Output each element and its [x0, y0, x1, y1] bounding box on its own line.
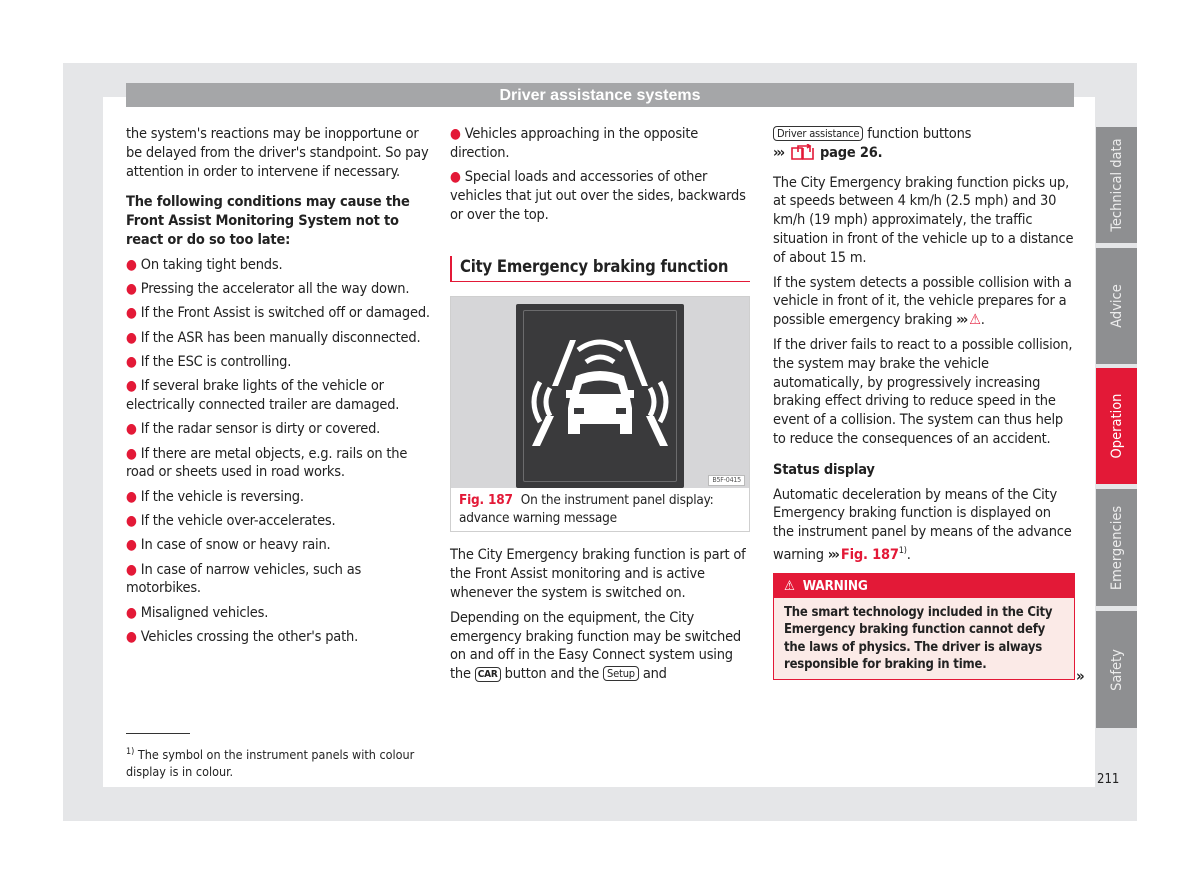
paragraph: Automatic deceleration by means of the C…	[773, 486, 1072, 563]
bullet-icon: ●	[450, 169, 461, 186]
bullet-icon: ●	[126, 305, 137, 322]
chapter-header: Driver assistance systems	[126, 83, 1074, 107]
tab-safety[interactable]: Safety	[1096, 611, 1137, 728]
car-key-icon: CAR	[474, 667, 501, 683]
driver-assistance-key-icon: Driver assistance	[773, 126, 864, 141]
bullet-icon: ●	[126, 421, 137, 438]
list-item: ● If several brake lights of the vehicle …	[126, 378, 400, 414]
figure-image: B5F-0415	[451, 297, 749, 489]
list-item: ● In case of snow or heavy rain.	[126, 537, 331, 554]
front-assist-warning-icon	[531, 339, 669, 447]
reference-arrows: ›››	[956, 312, 968, 329]
list-item: ● If the vehicle is reversing.	[126, 488, 304, 505]
list-item: ● If the vehicle over-accelerates.	[126, 513, 336, 530]
list-item: ● Special loads and accessories of other …	[450, 169, 746, 223]
intro-paragraph: the system's reactions may be inopportun…	[126, 126, 429, 180]
warning-text: The smart technology included in the Cit…	[784, 604, 1053, 673]
column-2: ● Vehicles approaching in the opposite di…	[450, 125, 750, 690]
column-3: Driver assistance function buttons ››› p…	[773, 125, 1075, 680]
section-title: City Emergency braking function	[450, 256, 750, 283]
figure-caption: Fig. 187 On the instrument panel display:…	[451, 488, 749, 532]
warning-header: ⚠ WARNING	[774, 573, 1074, 598]
footnote-divider	[126, 733, 190, 734]
paragraph: The City Emergency braking function pick…	[773, 174, 1074, 266]
list-item: ● Pressing the accelerator all the way do…	[126, 281, 410, 298]
list-item: ● On taking tight bends.	[126, 256, 283, 273]
column-1: the system's reactions may be inopportun…	[126, 125, 431, 652]
list-item: ● Vehicles approaching in the opposite di…	[450, 126, 699, 161]
bullet-icon: ●	[126, 329, 137, 346]
bullet-icon: ●	[126, 561, 137, 578]
paragraph: If the system detects a possible collisi…	[773, 274, 1072, 329]
status-display-heading: Status display	[773, 461, 875, 478]
list-item: ● Vehicles crossing the other's path.	[126, 629, 359, 646]
bullet-icon: ●	[126, 604, 137, 621]
tab-operation[interactable]: Operation	[1096, 368, 1137, 484]
conditions-list-continued: ● Vehicles approaching in the opposite di…	[450, 125, 750, 224]
footnote-marker: 1)	[126, 747, 135, 757]
bullet-icon: ●	[126, 378, 137, 395]
list-item: ● Misaligned vehicles.	[126, 604, 269, 621]
bullet-icon: ●	[126, 513, 137, 530]
page-number: 211	[1097, 772, 1120, 787]
bullet-icon: ●	[126, 445, 137, 462]
book-reference-icon	[790, 143, 816, 166]
tab-emergencies[interactable]: Emergencies	[1096, 489, 1137, 606]
list-item: ● If the ASR has been manually disconnect…	[126, 329, 421, 346]
bullet-icon: ●	[126, 488, 137, 505]
bullet-icon: ●	[126, 537, 137, 554]
list-item: ● If there are metal objects, e.g. rails …	[126, 445, 408, 481]
tab-technical-data[interactable]: Technical data	[1096, 127, 1137, 243]
paragraph: Driver assistance function buttons ››› p…	[773, 125, 1075, 166]
paragraph: The City Emergency braking function is p…	[450, 547, 746, 602]
bullet-icon: ●	[126, 256, 137, 273]
bullet-icon: ●	[450, 126, 461, 142]
list-item: ● If the Front Assist is switched off or …	[126, 305, 430, 322]
footnote: 1) The symbol on the instrument panels w…	[126, 744, 426, 780]
warning-box: ⚠ WARNING The smart technology included i…	[773, 572, 1075, 680]
list-item: ● If the radar sensor is dirty or covered…	[126, 421, 381, 438]
figure-label: Fig. 187	[459, 492, 513, 509]
conditions-list: ● On taking tight bends. ● Pressing the ac…	[126, 256, 431, 647]
setup-key-icon: Setup	[603, 666, 639, 682]
figure-code: B5F-0415	[708, 475, 745, 487]
footnote-text: The symbol on the instrument panels with…	[126, 747, 415, 779]
page-reference-link[interactable]: ››› page 26.	[773, 143, 883, 161]
warning-triangle-icon: ⚠	[784, 577, 795, 594]
instrument-display	[516, 304, 684, 489]
tab-advice[interactable]: Advice	[1096, 248, 1137, 364]
figure-187: B5F-0415 Fig. 187 On the instrument panel…	[450, 296, 750, 533]
figure-reference-link[interactable]: ››› Fig. 187	[828, 547, 899, 563]
bullet-icon: ●	[126, 629, 137, 646]
conditions-heading: The following conditions may cause the F…	[126, 194, 410, 248]
continue-arrow-icon: »	[1076, 667, 1085, 685]
footnote-ref: 1)	[898, 545, 907, 556]
bullet-icon: ●	[126, 281, 137, 298]
warning-triangle-icon: ⚠	[969, 312, 981, 329]
list-item: ● If the ESC is controlling.	[126, 353, 292, 370]
list-item: ● In case of narrow vehicles, such as mot…	[126, 561, 362, 597]
bullet-icon: ●	[126, 353, 137, 370]
paragraph: If the driver fails to react to a possib…	[773, 336, 1073, 447]
paragraph: Depending on the equipment, the City eme…	[450, 609, 741, 683]
